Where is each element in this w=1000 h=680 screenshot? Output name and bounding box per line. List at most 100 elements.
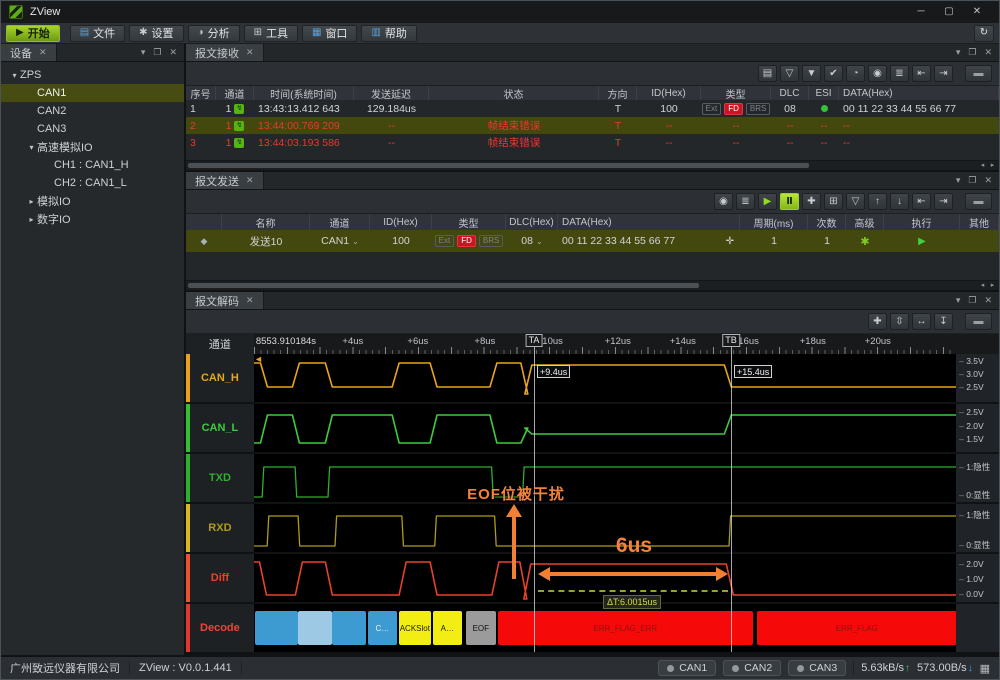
start-button[interactable]: ▶ 开始 xyxy=(6,25,60,42)
scrollbar-thumb[interactable] xyxy=(188,283,699,288)
wrench-icon[interactable]: ✛ xyxy=(726,236,740,247)
channel-label-Decode[interactable]: Decode xyxy=(186,604,254,652)
zoom-add-button[interactable]: ✚ xyxy=(868,313,887,330)
dock-menu-icon[interactable]: ▾ xyxy=(141,47,146,58)
badge-FD[interactable]: FD xyxy=(457,235,476,247)
dock-float-icon[interactable]: ❐ xyxy=(153,47,161,58)
tab-decode[interactable]: 报文解码 ✕ xyxy=(186,292,264,309)
frame-counter-button[interactable]: ≣ xyxy=(890,65,909,82)
tree-item-模拟IO[interactable]: ▸模拟IO xyxy=(1,192,184,210)
close-button[interactable]: ✕ xyxy=(963,2,991,22)
tree-item-CH2CAN1_L[interactable]: CH2 : CAN1_L xyxy=(1,174,184,192)
dock-menu-icon[interactable]: ▾ xyxy=(956,47,961,58)
printer-icon[interactable]: ▦ xyxy=(980,662,990,675)
id-format-button[interactable]: ◉ xyxy=(714,193,733,210)
waveform-TXD[interactable] xyxy=(254,454,956,502)
gear-icon[interactable]: ✱ xyxy=(860,235,869,248)
dock-menu-icon[interactable]: ▾ xyxy=(956,295,961,306)
cell-channel[interactable]: CAN1⌄ xyxy=(310,235,370,247)
chevron-down-icon[interactable]: ⌄ xyxy=(352,237,359,246)
scroll-left-icon[interactable]: ◂ xyxy=(978,162,987,169)
receive-hscrollbar[interactable]: ◂ ▸ xyxy=(186,160,999,170)
clear-button[interactable]: ▽ xyxy=(846,193,865,210)
save-button[interactable]: ▤ xyxy=(758,65,777,82)
stop-button[interactable]: ▬ xyxy=(965,313,992,330)
chevron-right-icon[interactable]: ▸ xyxy=(26,215,37,224)
stop-button[interactable]: ▬ xyxy=(965,65,992,82)
toolbar-button-窗口[interactable]: ▦窗口 xyxy=(302,25,357,42)
cell-dlc[interactable]: 08⌄ xyxy=(506,235,558,247)
receive-row-1[interactable]: 11↯13:43:13.412 643129.184usT100ExtFDBRS… xyxy=(186,100,999,117)
page-prev-button[interactable]: ⇤ xyxy=(912,65,931,82)
dock-float-icon[interactable]: ❐ xyxy=(968,175,976,186)
dock-close-icon[interactable]: ✕ xyxy=(169,47,177,58)
cursor-tb-tag[interactable]: TB xyxy=(722,334,740,347)
tab-close-icon[interactable]: ✕ xyxy=(246,47,254,58)
cell-count[interactable]: 1 xyxy=(808,235,846,247)
clear-filter-button[interactable]: ▽ xyxy=(780,65,799,82)
scroll-right-icon[interactable]: ▸ xyxy=(988,162,997,169)
execute-play-icon[interactable]: ▶ xyxy=(918,236,926,247)
dock-float-icon[interactable]: ❐ xyxy=(968,47,976,58)
minimize-button[interactable]: ─ xyxy=(907,2,935,22)
tree-item-CAN2[interactable]: CAN2 xyxy=(1,102,184,120)
stop-button[interactable]: ▬ xyxy=(965,193,992,210)
send-row-1[interactable]: ◆发送10CAN1⌄100ExtFDBRS08⌄00 11 22 33 44 5… xyxy=(186,230,999,252)
toolbar-button-工具[interactable]: ⊞工具 xyxy=(244,25,298,42)
export-button[interactable]: ⇥ xyxy=(934,193,953,210)
dock-float-icon[interactable]: ❐ xyxy=(968,295,976,306)
send-start-button[interactable]: ▶ xyxy=(758,193,777,210)
timestamp-mode-button[interactable]: ◔ xyxy=(846,65,865,82)
tree-item-数字IO[interactable]: ▸数字IO xyxy=(1,210,184,228)
tree-item-高速模拟IO[interactable]: ▾高速模拟IO xyxy=(1,138,184,156)
tree-item-CH1CAN1_H[interactable]: CH1 : CAN1_H xyxy=(1,156,184,174)
page-next-button[interactable]: ⇥ xyxy=(934,65,953,82)
toolbar-button-设置[interactable]: ✱设置 xyxy=(129,25,183,42)
cell-period[interactable]: 1 xyxy=(740,235,808,247)
toolbar-button-分析[interactable]: ◑分析 xyxy=(188,25,240,42)
channel-label-CAN_L[interactable]: CAN_L xyxy=(186,404,254,452)
statusbar-channel-CAN2[interactable]: CAN2 xyxy=(723,660,781,676)
tab-send[interactable]: 报文发送 ✕ xyxy=(186,172,264,189)
export-button[interactable]: ↧ xyxy=(934,313,953,330)
tree-item-ZPS[interactable]: ▾ZPS xyxy=(1,66,184,84)
cursor-ta-tag[interactable]: TA xyxy=(526,334,543,347)
waveform-Diff[interactable] xyxy=(254,554,956,602)
waveform-CAN_L[interactable] xyxy=(254,404,956,452)
fit-horizontal-button[interactable]: ↔ xyxy=(912,313,931,330)
tree-item-CAN1[interactable]: CAN1 xyxy=(1,84,184,102)
move-up-button[interactable]: ↑ xyxy=(868,193,887,210)
time-ruler[interactable]: 8553.910184s +4us+6us+8us+10us+12us+14us… xyxy=(254,334,956,354)
scroll-right-icon[interactable]: ▸ xyxy=(988,282,997,289)
import-button[interactable]: ⇤ xyxy=(912,193,931,210)
add-list-button[interactable]: ⊞ xyxy=(824,193,843,210)
dock-close-icon[interactable]: ✕ xyxy=(984,175,992,186)
tab-receive[interactable]: 报文接收 ✕ xyxy=(186,44,264,61)
id-format-button[interactable]: ◉ xyxy=(868,65,887,82)
tab-close-icon[interactable]: ✕ xyxy=(39,47,47,58)
waveform-view[interactable]: 通道 8553.910184s +4us+6us+8us+10us+12us+1… xyxy=(186,334,999,657)
filter-button[interactable]: ▼ xyxy=(802,65,821,82)
tab-close-icon[interactable]: ✕ xyxy=(246,295,254,306)
tab-device[interactable]: 设备 ✕ xyxy=(1,44,57,61)
badge-Ext[interactable]: Ext xyxy=(435,235,455,247)
refresh-button[interactable]: ↻ xyxy=(974,25,994,42)
statusbar-channel-CAN3[interactable]: CAN3 xyxy=(788,660,846,676)
chevron-right-icon[interactable]: ▸ xyxy=(26,197,37,206)
channel-label-RXD[interactable]: RXD xyxy=(186,504,254,552)
scroll-left-icon[interactable]: ◂ xyxy=(978,282,987,289)
fit-vertical-button[interactable]: ⇳ xyxy=(890,313,909,330)
dock-close-icon[interactable]: ✕ xyxy=(984,47,992,58)
send-hscrollbar[interactable]: ◂ ▸ xyxy=(186,280,999,290)
channel-label-TXD[interactable]: TXD xyxy=(186,454,254,502)
chevron-down-icon[interactable]: ▾ xyxy=(26,143,37,152)
toolbar-button-文件[interactable]: ▤文件 xyxy=(70,25,125,42)
maximize-button[interactable]: ▢ xyxy=(935,2,963,22)
dock-close-icon[interactable]: ✕ xyxy=(984,295,992,306)
statusbar-channel-CAN1[interactable]: CAN1 xyxy=(658,660,716,676)
cell-data[interactable]: 00 11 22 33 44 55 66 77✛ xyxy=(558,235,740,247)
add-frame-button[interactable]: ✚ xyxy=(802,193,821,210)
tab-close-icon[interactable]: ✕ xyxy=(246,175,254,186)
waveform-Decode[interactable]: C…ACKSlotA…EOFERR_FLAG_ERRERR_FLAG xyxy=(254,604,956,652)
move-down-button[interactable]: ↓ xyxy=(890,193,909,210)
